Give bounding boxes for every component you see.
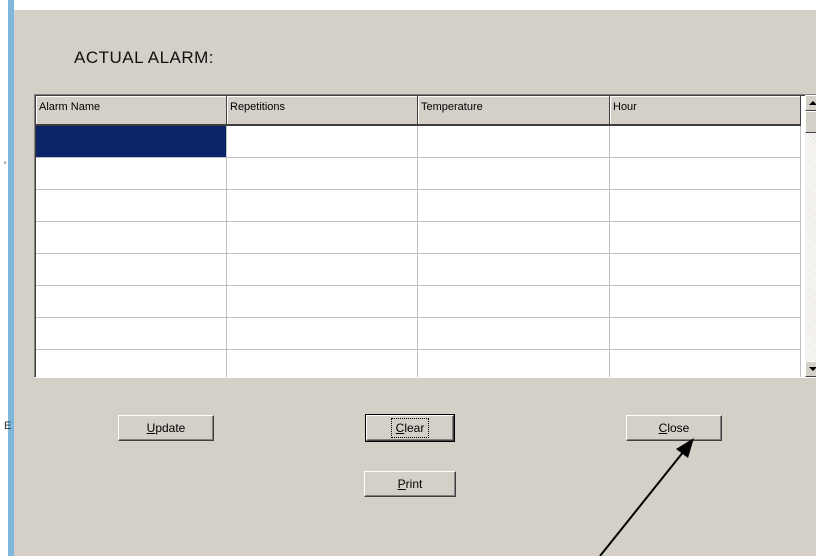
grid-cell[interactable] xyxy=(418,254,610,286)
column-header-hour[interactable]: Hour xyxy=(610,96,801,126)
table-row[interactable] xyxy=(36,158,801,190)
grid-cell[interactable] xyxy=(418,222,610,254)
update-button-label: Update xyxy=(146,421,186,435)
grid-cell[interactable] xyxy=(418,318,610,350)
grid-cell[interactable] xyxy=(36,158,227,190)
column-header-alarm-name[interactable]: Alarm Name xyxy=(36,96,227,126)
grid-cell[interactable] xyxy=(227,190,418,222)
grid-cell[interactable] xyxy=(36,126,227,158)
table-row[interactable] xyxy=(36,254,801,286)
arrow-up-icon xyxy=(809,101,816,105)
table-row[interactable] xyxy=(36,318,801,350)
grid-cell[interactable] xyxy=(227,318,418,350)
grid-cell[interactable] xyxy=(610,222,801,254)
vertical-scrollbar[interactable] xyxy=(805,95,816,377)
grid-cell[interactable] xyxy=(610,254,801,286)
update-button[interactable]: Update xyxy=(118,415,214,441)
print-button-label: Print xyxy=(397,477,423,491)
edge-glyph-top: ' xyxy=(4,160,7,172)
grid-cell[interactable] xyxy=(36,350,227,377)
grid-cell[interactable] xyxy=(36,190,227,222)
grid-cell[interactable] xyxy=(418,126,610,158)
scroll-down-button[interactable] xyxy=(805,361,816,377)
alarm-window: ' E ACTUAL ALARM: Alarm Name Repetitions… xyxy=(4,10,816,556)
edge-glyph-mid: E xyxy=(4,420,12,432)
page-title: ACTUAL ALARM: xyxy=(74,48,215,67)
close-button-label: Close xyxy=(658,421,690,435)
grid-cell[interactable] xyxy=(610,318,801,350)
table-row[interactable] xyxy=(36,222,801,254)
grid-cell[interactable] xyxy=(36,286,227,318)
grid-cell[interactable] xyxy=(610,350,801,377)
grid-cell[interactable] xyxy=(418,286,610,318)
table-row[interactable] xyxy=(36,350,801,377)
grid-cell[interactable] xyxy=(610,190,801,222)
scroll-up-button[interactable] xyxy=(805,95,816,111)
grid-cell[interactable] xyxy=(36,254,227,286)
grid-cell[interactable] xyxy=(227,286,418,318)
table-row[interactable] xyxy=(36,286,801,318)
grid-cell[interactable] xyxy=(418,190,610,222)
arrow-down-icon xyxy=(809,367,816,371)
grid-cell[interactable] xyxy=(610,286,801,318)
grid-cell[interactable] xyxy=(418,158,610,190)
grid-cell[interactable] xyxy=(227,254,418,286)
left-margin xyxy=(0,0,8,556)
clear-button[interactable]: Clear xyxy=(365,414,455,442)
grid-cell[interactable] xyxy=(36,318,227,350)
clear-button-label: Clear xyxy=(390,418,430,438)
grid-cell[interactable] xyxy=(227,126,418,158)
grid-cell[interactable] xyxy=(36,222,227,254)
print-button[interactable]: Print xyxy=(364,471,456,497)
alarm-grid[interactable]: Alarm Name Repetitions Temperature Hour xyxy=(34,94,816,378)
grid-header: Alarm Name Repetitions Temperature Hour xyxy=(36,96,801,126)
table-row[interactable] xyxy=(36,190,801,222)
close-button[interactable]: Close xyxy=(626,415,722,441)
column-header-repetitions[interactable]: Repetitions xyxy=(227,96,418,126)
grid-cell[interactable] xyxy=(227,158,418,190)
grid-cell[interactable] xyxy=(227,350,418,377)
grid-body xyxy=(36,126,801,377)
table-row[interactable] xyxy=(36,126,801,158)
grid-cell[interactable] xyxy=(610,158,801,190)
grid-cell[interactable] xyxy=(610,126,801,158)
column-header-temperature[interactable]: Temperature xyxy=(418,96,610,126)
grid-cell[interactable] xyxy=(227,222,418,254)
grid-cell[interactable] xyxy=(418,350,610,377)
scroll-thumb[interactable] xyxy=(805,111,816,133)
